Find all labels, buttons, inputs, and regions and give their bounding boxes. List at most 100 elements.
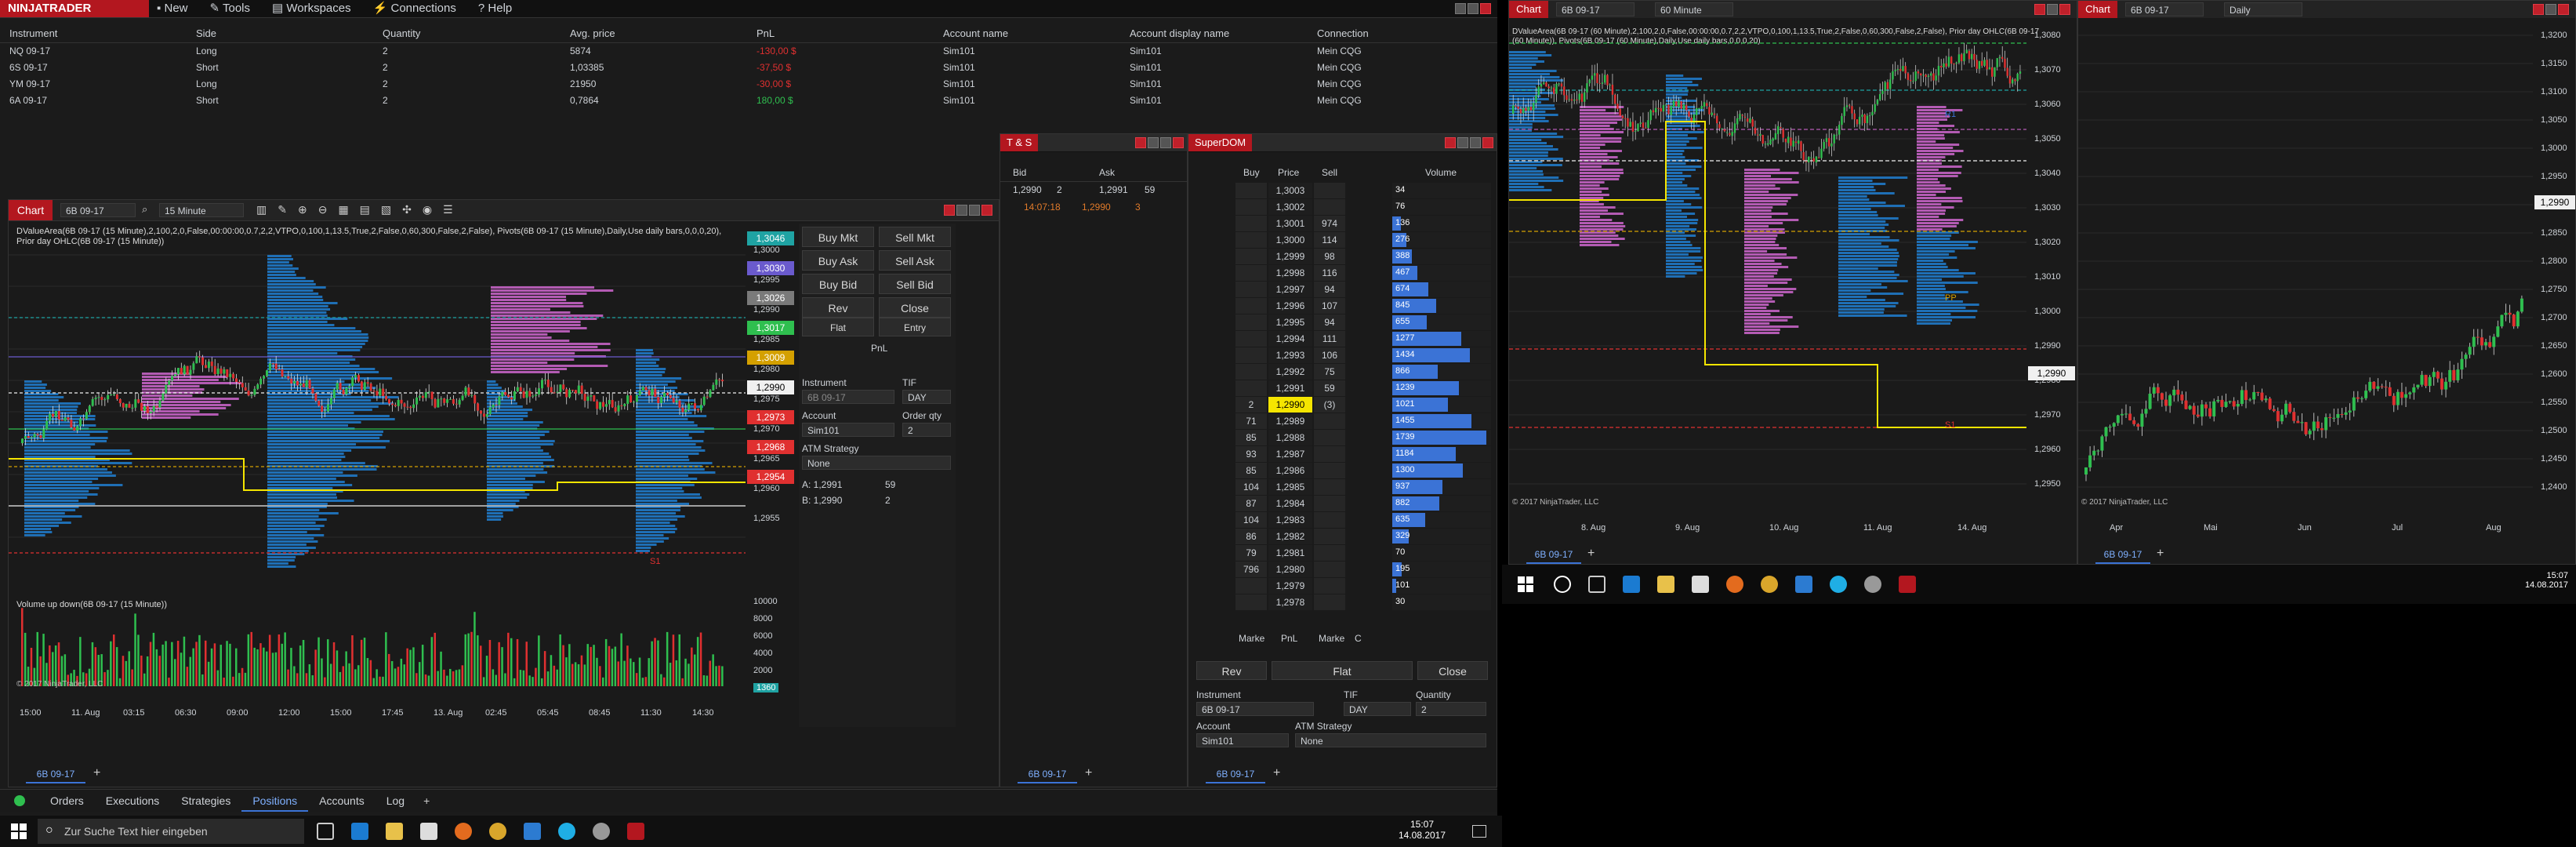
chart1-add-tab-button[interactable]: + [93,766,100,780]
dom-price-cell[interactable]: 1,2978 [1268,594,1312,610]
dom-price-cell[interactable]: 1,2992 [1268,364,1312,380]
taskbar-search-box[interactable]: ○ Zur Suche Text hier eingeben [38,819,304,844]
col-side[interactable]: Side [196,25,216,42]
dom-price-cell[interactable]: 1,3000 [1268,232,1312,248]
chrome-icon-2[interactable] [1761,576,1778,593]
dom-atm-select[interactable]: None [1295,733,1486,747]
chart2-tab[interactable]: Chart [1509,1,1548,18]
ct-tif-select[interactable]: DAY [902,390,951,404]
chart1-red-tab[interactable] [944,205,955,216]
dom-price-cell[interactable]: 1,2993 [1268,347,1312,363]
dom-buy-cell[interactable] [1235,183,1267,198]
ts-add-tab-button[interactable]: + [1085,766,1092,780]
ct-atm-select[interactable]: None [802,456,951,470]
dom-row[interactable]: 1,2997 94 674 [1235,282,1494,298]
chart2-minimize[interactable] [2047,4,2058,15]
col-instrument[interactable]: Instrument [9,25,57,42]
chart1-price-panel[interactable]: DValueArea(6B 09-17 (15 Minute),2,100,2,… [9,224,793,727]
dom-price-cell[interactable]: 1,2995 [1268,314,1312,330]
start-button[interactable] [11,823,27,839]
chart1-interval-select[interactable]: 15 Minute [159,203,244,217]
dom-sell-cell[interactable] [1314,496,1345,511]
dom-sell-cell[interactable]: 94 [1314,282,1345,297]
dom-price-cell[interactable]: 1,3003 [1268,183,1312,198]
sell-bid-button[interactable]: Sell Bid [879,274,951,294]
dom-sell-cell[interactable]: 59 [1314,380,1345,396]
search-icon-2[interactable] [1554,576,1571,593]
dom-qty-input[interactable]: 2 [1416,702,1486,716]
chart3-tab-6b[interactable]: 6B 09-17 [2095,547,2150,564]
dom-tif-select[interactable]: DAY [1344,702,1411,716]
dom-sell-cell[interactable] [1314,199,1345,215]
dom-buy-cell[interactable] [1235,347,1267,363]
dom-price-cell[interactable]: 1,2985 [1268,479,1312,495]
tab-orders[interactable]: Orders [39,790,95,812]
sell-ask-button[interactable]: Sell Ask [879,250,951,271]
start-button-2[interactable] [1518,576,1533,592]
crosshair-icon[interactable]: ✣ [402,203,412,216]
dom-price-cell[interactable]: 1,2988 [1268,430,1312,445]
chart-trader-icon[interactable]: ☰ [443,203,453,216]
col-pnl[interactable]: PnL [756,25,775,42]
dom-market-buy[interactable]: Marke [1239,633,1264,644]
dom-sell-cell[interactable] [1314,446,1345,462]
position-row[interactable]: YM 09-17 Long 2 21950 -30,00 $ Sim101 Sim101 Me… [0,77,1497,93]
col-account-name[interactable]: Account name [943,25,1008,42]
buy-bid-button[interactable]: Buy Bid [802,274,874,294]
edge-icon[interactable] [351,823,368,840]
explorer-icon[interactable] [386,823,403,840]
dom-row[interactable]: 1,2992 75 866 [1235,364,1494,380]
ct-qty-input[interactable]: 2 [902,423,951,437]
sell-mkt-button[interactable]: Sell Mkt [879,227,951,247]
ct-instrument-select[interactable]: 6B 09-17 [802,390,894,404]
dom-row[interactable]: 1,2994 111 1277 [1235,331,1494,347]
ts-close[interactable] [1173,137,1184,148]
dom-sell-cell[interactable] [1314,562,1345,577]
chart1-search-icon[interactable]: ⌕ [142,203,147,216]
chart1-tab-6b[interactable]: 6B 09-17 [26,766,85,783]
menu-help[interactable]: ? Help [478,0,512,17]
dom-row[interactable]: 1,3002 76 [1235,199,1494,216]
dom-row[interactable]: 1,2991 59 1239 [1235,380,1494,397]
close-button[interactable] [1480,3,1491,14]
ninjatrader-taskbar-icon-2[interactable] [1899,576,1916,593]
dom-buy-cell[interactable]: 87 [1235,496,1267,511]
strategies-icon[interactable]: ▧ [381,203,391,216]
firefox-icon[interactable] [455,823,472,840]
tab-positions[interactable]: Positions [241,790,309,812]
chart3-close[interactable] [2558,4,2569,15]
dom-buy-cell[interactable]: 86 [1235,529,1267,544]
dom-flat-button[interactable]: Flat [1272,661,1413,680]
menu-new[interactable]: ▪ New [157,0,188,17]
bars-icon[interactable]: ▥ [256,203,267,216]
chart1-minimize[interactable] [956,205,967,216]
entry-button[interactable]: Entry [879,318,951,336]
dom-buy-cell[interactable] [1235,364,1267,380]
dom-sell-cell[interactable] [1314,430,1345,445]
chart2-red-tab[interactable] [2034,4,2045,15]
firefox-icon-2[interactable] [1726,576,1743,593]
dom-buy-cell[interactable] [1235,331,1267,347]
store-icon[interactable] [420,823,437,840]
dom-price-cell[interactable]: 1,2979 [1268,578,1312,594]
dom-buy-cell[interactable] [1235,249,1267,264]
dom-buy-cell[interactable] [1235,380,1267,396]
dom-sell-cell[interactable] [1314,463,1345,478]
dom-sell-cell[interactable]: 75 [1314,364,1345,380]
dom-price-cell[interactable]: 1,2991 [1268,380,1312,396]
add-tab-button[interactable]: + [415,790,437,812]
position-row[interactable]: 6S 09-17 Short 2 1,03385 -37,50 $ Sim101 Sim10… [0,60,1497,76]
dom-price-cell[interactable]: 1,2981 [1268,545,1312,561]
properties-icon[interactable]: ◉ [423,203,432,216]
ct-account-select[interactable]: Sim101 [802,423,894,437]
chart2-add-tab-button[interactable]: + [1587,547,1595,561]
chart2-tab-6b[interactable]: 6B 09-17 [1526,547,1581,564]
chart1-tab[interactable]: Chart [9,200,53,220]
superdom-red-tab[interactable] [1445,137,1456,148]
skype-icon[interactable] [558,823,575,840]
dom-row[interactable]: 85 1,2986 1300 [1235,463,1494,479]
dom-price-cell[interactable]: 1,2996 [1268,298,1312,314]
task-view-icon-2[interactable] [1588,576,1605,593]
close-button[interactable]: Close [879,297,951,318]
dom-price-cell[interactable]: 1,2984 [1268,496,1312,511]
